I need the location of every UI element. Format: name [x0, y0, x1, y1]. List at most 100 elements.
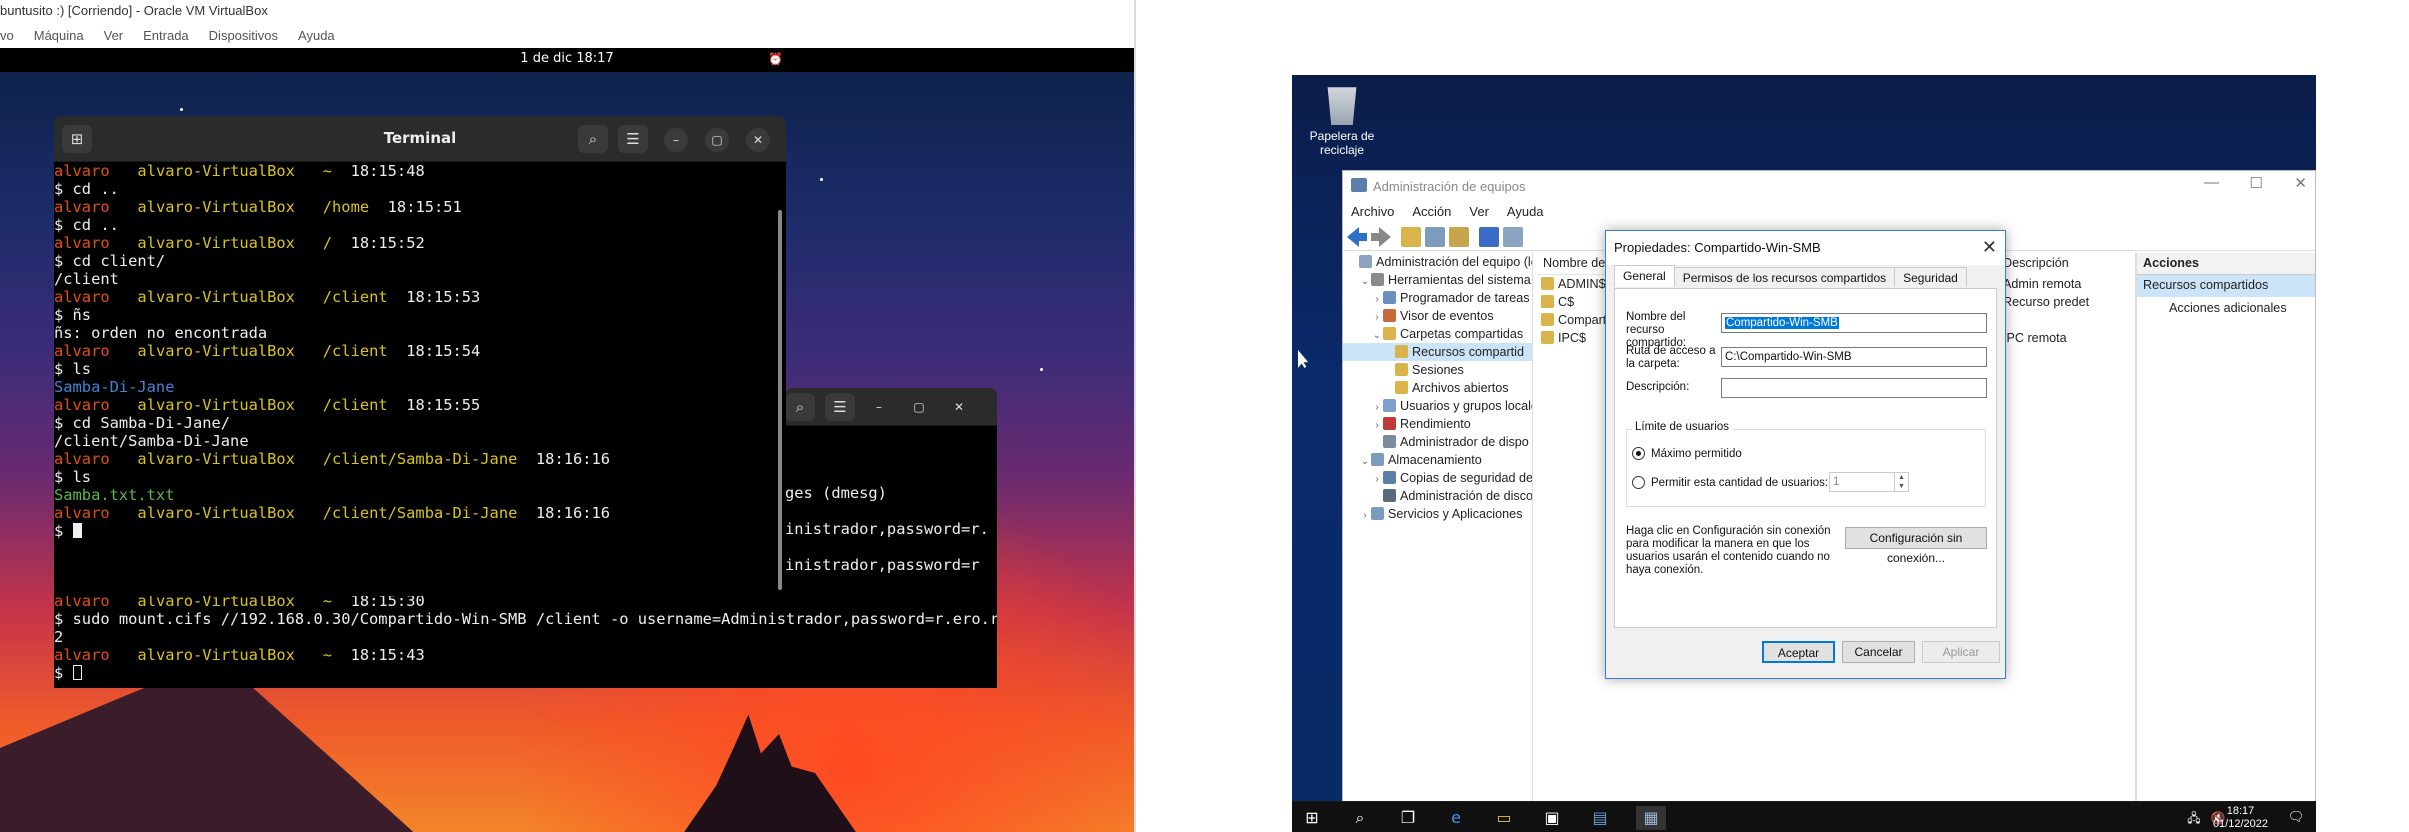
vbox-menubar: vo Máquina Ver Entrada Dispositivos Ayud… — [0, 24, 1134, 48]
virtualbox-window: buntusito :) [Corriendo] - Oracle VM Vir… — [0, 0, 1134, 832]
tree-item[interactable]: › Programador de tareas — [1343, 289, 1532, 307]
tree-item-label: Archivos abiertos — [1412, 381, 1509, 395]
command-prompt-icon[interactable]: ▣ — [1540, 806, 1564, 830]
minimize-icon[interactable]: — — [2204, 174, 2219, 191]
close-icon[interactable]: ✕ — [1982, 237, 1997, 258]
tree-item[interactable]: › Copias de seguridad de — [1343, 469, 1532, 487]
actions-more[interactable]: Acciones adicionales — [2137, 297, 2315, 319]
tree-item-label: Servicios y Aplicaciones — [1388, 507, 1523, 521]
minimize-icon[interactable]: – — [664, 128, 688, 152]
tree-item[interactable]: Archivos abiertos — [1343, 379, 1532, 397]
menu-ayuda[interactable]: Ayuda — [1507, 204, 1544, 223]
prompt-line: alvaro alvaro-VirtualBox /client/Samba-D… — [54, 504, 611, 522]
tab-permisos[interactable]: Permisos de los recursos compartidos — [1673, 267, 1896, 287]
computer-management-taskbar-icon[interactable]: ▦ — [1636, 806, 1666, 830]
terminal-scrollbar[interactable] — [778, 210, 782, 590]
tree-item-label: Carpetas compartidas — [1400, 327, 1524, 341]
command-line: $ ñs — [54, 306, 92, 324]
recycle-bin[interactable]: Papelera de reciclaje — [1302, 83, 1382, 157]
back-icon[interactable] — [1347, 227, 1367, 247]
tree-item-label: Administración de disco — [1400, 489, 1533, 503]
search-icon[interactable]: ⌕ — [1348, 806, 1372, 830]
taskbar-clock[interactable]: 18:17 01/12/2022 — [2213, 805, 2268, 831]
terminal-window[interactable]: ⊞ Terminal ⌕ ☰ – ▢ ✕ alvaro alvaro-Virtu… — [54, 116, 786, 596]
prompt-line: alvaro alvaro-VirtualBox / 18:15:52 — [54, 234, 425, 252]
tree-item[interactable]: › Visor de eventos — [1343, 307, 1532, 325]
tree-item[interactable]: › Rendimiento — [1343, 415, 1532, 433]
ubuntu-clock[interactable]: 1 de dic 18:17 — [520, 51, 613, 66]
tree-item[interactable]: ⌄ Carpetas compartidas — [1343, 325, 1532, 343]
help-icon[interactable] — [1479, 227, 1499, 247]
server-manager-icon[interactable]: ▤ — [1588, 806, 1612, 830]
menu-accion[interactable]: Acción — [1412, 204, 1451, 223]
export-icon[interactable] — [1449, 227, 1469, 247]
tab-seguridad[interactable]: Seguridad — [1894, 267, 1967, 287]
tree-item[interactable]: ⌄ Herramientas del sistema — [1343, 271, 1532, 289]
vbox-menu-ayuda[interactable]: Ayuda — [298, 28, 335, 48]
radio-max-allowed[interactable] — [1632, 447, 1645, 460]
tree-item[interactable]: Administrador de dispo — [1343, 433, 1532, 451]
notification-bell-icon[interactable]: ⏰ — [768, 52, 783, 66]
tree-node-icon — [1383, 417, 1396, 430]
tree-item[interactable]: › Servicios y Aplicaciones — [1343, 505, 1532, 523]
internet-explorer-icon[interactable]: e — [1444, 806, 1468, 830]
radio-allow-count[interactable] — [1632, 476, 1645, 489]
search-icon[interactable]: ⌕ — [578, 125, 608, 153]
task-view-icon[interactable]: ❐ — [1396, 806, 1420, 830]
close-icon[interactable]: ✕ — [2294, 174, 2307, 192]
desktop: buntusito :) [Corriendo] - Oracle VM Vir… — [0, 0, 2409, 832]
maximize-icon[interactable]: ☐ — [2250, 174, 2263, 192]
tree-item[interactable]: Recursos compartid — [1343, 343, 1532, 361]
apply-button[interactable]: Aplicar — [1922, 641, 2000, 663]
column-header-description[interactable]: Descripción — [1997, 253, 2117, 275]
terminal-body[interactable]: alvaro alvaro-VirtualBox ~ 18:15:48 $ cd … — [54, 162, 786, 596]
tree-item[interactable]: Administración de disco — [1343, 487, 1532, 505]
close-icon[interactable]: ✕ — [746, 128, 770, 152]
vbox-menu-ver[interactable]: Ver — [104, 28, 124, 48]
start-icon[interactable]: ⊞ — [1300, 806, 1324, 830]
vbox-menu-entrada[interactable]: Entrada — [143, 28, 189, 48]
tab-general[interactable]: General — [1614, 265, 1675, 287]
menu-icon[interactable]: ☰ — [618, 125, 648, 153]
vbox-menu-vo[interactable]: vo — [0, 28, 14, 48]
show-tree-icon[interactable] — [1425, 227, 1445, 247]
share-name-field[interactable]: Compartido-Win-SMB — [1721, 313, 1987, 333]
forward-icon[interactable] — [1371, 227, 1391, 247]
tree-item-label: Recursos compartid — [1412, 345, 1524, 359]
tree-item[interactable]: › Usuarios y grupos locale — [1343, 397, 1532, 415]
menu-ver[interactable]: Ver — [1469, 204, 1489, 223]
list-item-label: C$ — [1558, 295, 1575, 309]
network-icon[interactable]: 🖧 — [2182, 806, 2206, 830]
spinner-arrows-icon[interactable]: ▲ ▼ — [1894, 473, 1908, 491]
tree-item[interactable]: Sesiones — [1343, 361, 1532, 379]
cursor — [72, 523, 82, 538]
cancel-button[interactable]: Cancelar — [1842, 641, 1915, 663]
up-folder-icon[interactable] — [1401, 227, 1421, 247]
expand-right-icon[interactable]: › — [1359, 507, 1371, 525]
tree-item[interactable]: ⌄ Almacenamiento — [1343, 451, 1532, 469]
vbox-menu-dispositivos[interactable]: Dispositivos — [209, 28, 278, 48]
tree-node-icon — [1383, 471, 1396, 484]
notifications-icon[interactable]: 🗨 — [2284, 806, 2308, 830]
path-field[interactable]: C:\Compartido-Win-SMB — [1721, 347, 1987, 367]
clock-time: 18:17 — [2226, 805, 2255, 817]
actions-section-shares[interactable]: Recursos compartidos — [2137, 275, 2315, 297]
maximize-icon[interactable]: ▢ — [705, 128, 729, 152]
vbox-menu-maquina[interactable]: Máquina — [34, 28, 84, 48]
clock-date: 01/12/2022 — [2212, 818, 2268, 830]
description-field[interactable] — [1721, 378, 1987, 398]
directory-entry: Samba-Di-Jane — [54, 378, 175, 396]
tree-item-label: Copias de seguridad de — [1400, 471, 1533, 485]
description-cell — [1997, 311, 2127, 329]
offline-settings-button[interactable]: Configuración sin conexión... — [1845, 527, 1987, 565]
share-properties-dialog[interactable]: Propiedades: Compartido-Win-SMB ✕ Genera… — [1605, 230, 2006, 679]
cm-tree: Administración del equipo (loc ⌄ Herramien… — [1343, 253, 1533, 802]
tree-item-label: Usuarios y grupos locale — [1400, 399, 1533, 413]
recycle-bin-icon — [1327, 87, 1357, 125]
action-pane-icon[interactable] — [1503, 227, 1523, 247]
menu-archivo[interactable]: Archivo — [1351, 204, 1394, 223]
tree-item[interactable]: Administración del equipo (loc — [1343, 253, 1532, 271]
ok-button[interactable]: Aceptar — [1762, 641, 1835, 663]
file-explorer-icon[interactable]: ▭ — [1492, 806, 1516, 830]
user-count-spinner[interactable]: 1 ▲ ▼ — [1829, 472, 1909, 492]
